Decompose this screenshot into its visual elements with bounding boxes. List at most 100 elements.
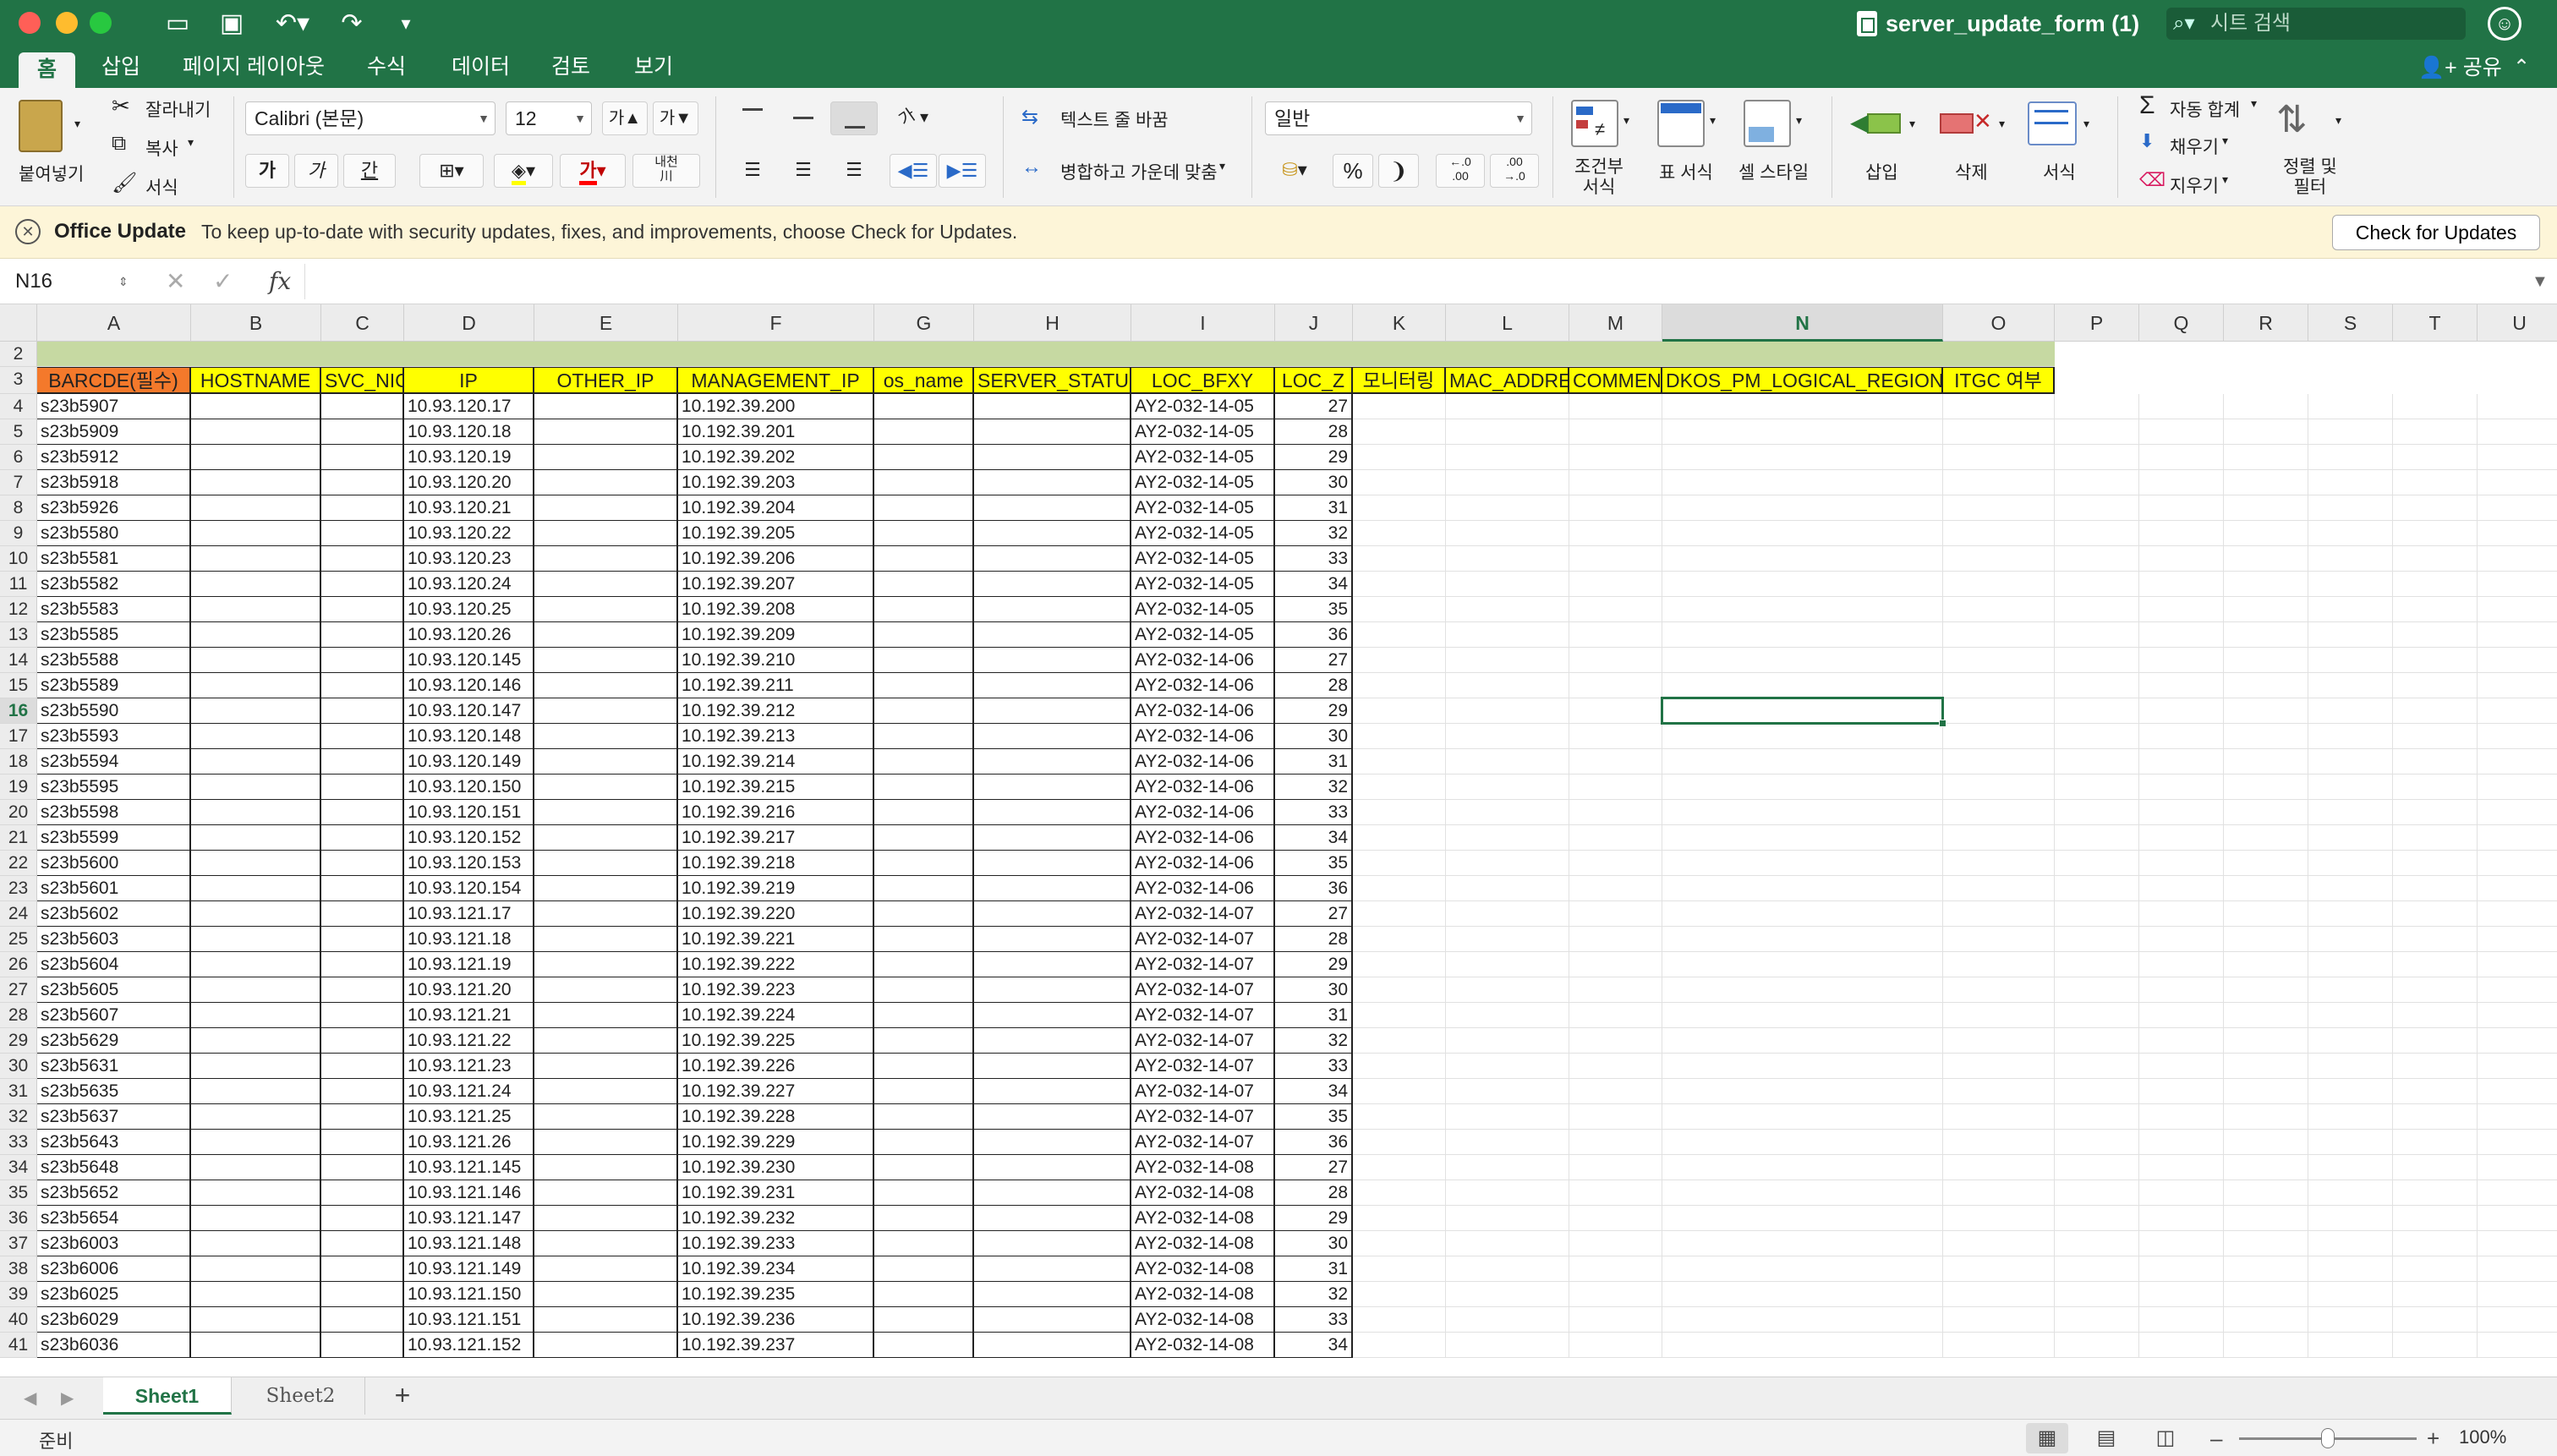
cell-c32[interactable]: [321, 1104, 404, 1130]
cell-e32[interactable]: [534, 1104, 678, 1130]
cell-o29[interactable]: [1943, 1028, 2055, 1054]
cell-i9[interactable]: AY2-032-14-05: [1131, 521, 1275, 546]
cell-u24[interactable]: [2478, 901, 2557, 927]
cell-o30[interactable]: [1943, 1054, 2055, 1079]
cell-r12[interactable]: [2224, 597, 2308, 622]
cell-k6[interactable]: [1353, 445, 1446, 470]
cell-m37[interactable]: [1569, 1231, 1662, 1256]
cell-m5[interactable]: [1569, 419, 1662, 445]
cell-a15[interactable]: s23b5589: [37, 673, 191, 698]
save-icon[interactable]: ▣: [215, 8, 249, 39]
cell-l27[interactable]: [1446, 977, 1569, 1003]
cell-h33[interactable]: [974, 1130, 1131, 1155]
cell-m13[interactable]: [1569, 622, 1662, 648]
cell-r29[interactable]: [2224, 1028, 2308, 1054]
comma-style-button[interactable]: ❩: [1378, 154, 1419, 188]
cell-u12[interactable]: [2478, 597, 2557, 622]
cell-e34[interactable]: [534, 1155, 678, 1180]
cell-o36[interactable]: [1943, 1206, 2055, 1231]
cell-f6[interactable]: 10.192.39.202: [678, 445, 874, 470]
cell-b34[interactable]: [191, 1155, 321, 1180]
cell-p31[interactable]: [2055, 1079, 2139, 1104]
cell-q5[interactable]: [2139, 419, 2224, 445]
cell-f32[interactable]: 10.192.39.228: [678, 1104, 874, 1130]
cell-m36[interactable]: [1569, 1206, 1662, 1231]
cell-l4[interactable]: [1446, 394, 1569, 419]
cell-g20[interactable]: [874, 800, 974, 825]
cell-a32[interactable]: s23b5637: [37, 1104, 191, 1130]
row-header-37[interactable]: 37: [0, 1231, 37, 1256]
cell-u36[interactable]: [2478, 1206, 2557, 1231]
cell-q15[interactable]: [2139, 673, 2224, 698]
cell-n32[interactable]: [1662, 1104, 1943, 1130]
expand-formula-bar-icon[interactable]: ▼: [2532, 265, 2549, 298]
cell-l20[interactable]: [1446, 800, 1569, 825]
cell-c20[interactable]: [321, 800, 404, 825]
cell-o11[interactable]: [1943, 572, 2055, 597]
cell-d38[interactable]: 10.93.121.149: [404, 1256, 534, 1282]
cell-u38[interactable]: [2478, 1256, 2557, 1282]
cell-k12[interactable]: [1353, 597, 1446, 622]
cell-b24[interactable]: [191, 901, 321, 927]
cell-p25[interactable]: [2055, 927, 2139, 952]
cell-a17[interactable]: s23b5593: [37, 724, 191, 749]
cell-a39[interactable]: s23b6025: [37, 1282, 191, 1307]
cell-m23[interactable]: [1569, 876, 1662, 901]
sheet-search-box[interactable]: ⌕▾: [2166, 8, 2466, 40]
cell-h6[interactable]: [974, 445, 1131, 470]
align-middle-button[interactable]: [780, 101, 827, 135]
cell-g16[interactable]: [874, 698, 974, 724]
cell-u41[interactable]: [2478, 1333, 2557, 1358]
cell-q40[interactable]: [2139, 1307, 2224, 1333]
cell-u27[interactable]: [2478, 977, 2557, 1003]
cell-a10[interactable]: s23b5581: [37, 546, 191, 572]
cell-c30[interactable]: [321, 1054, 404, 1079]
normal-view-icon[interactable]: ▦: [2026, 1423, 2068, 1453]
cut-button[interactable]: 잘라내기: [145, 96, 211, 122]
cell-j31[interactable]: 34: [1275, 1079, 1353, 1104]
cell-j37[interactable]: 30: [1275, 1231, 1353, 1256]
cell-u35[interactable]: [2478, 1180, 2557, 1206]
cell-k40[interactable]: [1353, 1307, 1446, 1333]
cell-u6[interactable]: [2478, 445, 2557, 470]
redo-icon[interactable]: ↷: [335, 8, 369, 39]
cell-k29[interactable]: [1353, 1028, 1446, 1054]
format-as-table-button[interactable]: 표 서식: [1659, 159, 1713, 184]
cell-a5[interactable]: s23b5909: [37, 419, 191, 445]
cell-b25[interactable]: [191, 927, 321, 952]
cell-e11[interactable]: [534, 572, 678, 597]
delete-cells-button[interactable]: 삭제: [1955, 159, 1988, 184]
cell-i16[interactable]: AY2-032-14-06: [1131, 698, 1275, 724]
cell-b21[interactable]: [191, 825, 321, 851]
cell-j12[interactable]: 35: [1275, 597, 1353, 622]
row-header-5[interactable]: 5: [0, 419, 37, 445]
cell-k34[interactable]: [1353, 1155, 1446, 1180]
cell-d25[interactable]: 10.93.121.18: [404, 927, 534, 952]
cell-c34[interactable]: [321, 1155, 404, 1180]
cell-j33[interactable]: 36: [1275, 1130, 1353, 1155]
column-header-k[interactable]: K: [1353, 304, 1446, 342]
cell-e12[interactable]: [534, 597, 678, 622]
cell-g13[interactable]: [874, 622, 974, 648]
enter-icon[interactable]: ✓: [213, 265, 233, 298]
row-header-35[interactable]: 35: [0, 1180, 37, 1206]
cell-h28[interactable]: [974, 1003, 1131, 1028]
cell-k27[interactable]: [1353, 977, 1446, 1003]
cell-m7[interactable]: [1569, 470, 1662, 495]
cell-j30[interactable]: 33: [1275, 1054, 1353, 1079]
cell-i29[interactable]: AY2-032-14-07: [1131, 1028, 1275, 1054]
insert-dropdown-icon[interactable]: ▾: [1909, 117, 1915, 131]
cell-d19[interactable]: 10.93.120.150: [404, 775, 534, 800]
cell-c38[interactable]: [321, 1256, 404, 1282]
cell-g39[interactable]: [874, 1282, 974, 1307]
cell-s34[interactable]: [2308, 1155, 2393, 1180]
cell-d22[interactable]: 10.93.120.153: [404, 851, 534, 876]
cell-c41[interactable]: [321, 1333, 404, 1358]
cell-e13[interactable]: [534, 622, 678, 648]
cell-a38[interactable]: s23b6006: [37, 1256, 191, 1282]
cell-a18[interactable]: s23b5594: [37, 749, 191, 775]
cell-n15[interactable]: [1662, 673, 1943, 698]
cell-m20[interactable]: [1569, 800, 1662, 825]
cell-k22[interactable]: [1353, 851, 1446, 876]
cell-e15[interactable]: [534, 673, 678, 698]
